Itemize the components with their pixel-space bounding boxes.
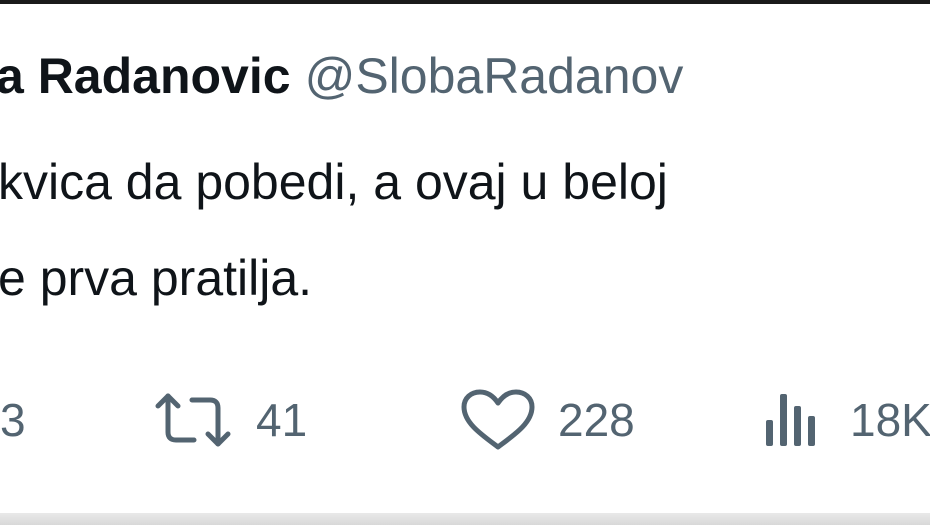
heart-icon: [460, 389, 536, 451]
reply-button[interactable]: 3: [0, 380, 26, 460]
reply-count: 3: [0, 394, 26, 446]
retweet-icon: [150, 392, 236, 448]
views-button[interactable]: 18K: [762, 380, 930, 460]
tweet-text-line-1: kvica da pobedi, a ovaj u beloj: [0, 154, 668, 210]
views-count: 18K: [850, 394, 930, 446]
retweet-button[interactable]: 41: [150, 380, 307, 460]
tweet-actions: 3 41 228 18K: [0, 380, 930, 460]
retweet-count: 41: [256, 394, 308, 446]
tweet-card[interactable]: a Radanovic @SlobaRadanov kvica da pobedi…: [0, 0, 930, 513]
bottom-border: [0, 513, 930, 525]
like-button[interactable]: 228: [460, 380, 635, 460]
bar-chart-icon: [762, 390, 826, 450]
like-count: 228: [558, 394, 635, 446]
author-handle[interactable]: @SlobaRadanov: [305, 48, 684, 104]
tweet-text-line-2: e prva pratilja.: [0, 250, 313, 306]
author-display-name[interactable]: a Radanovic: [0, 48, 291, 104]
tweet-header: a Radanovic @SlobaRadanov: [0, 44, 683, 108]
